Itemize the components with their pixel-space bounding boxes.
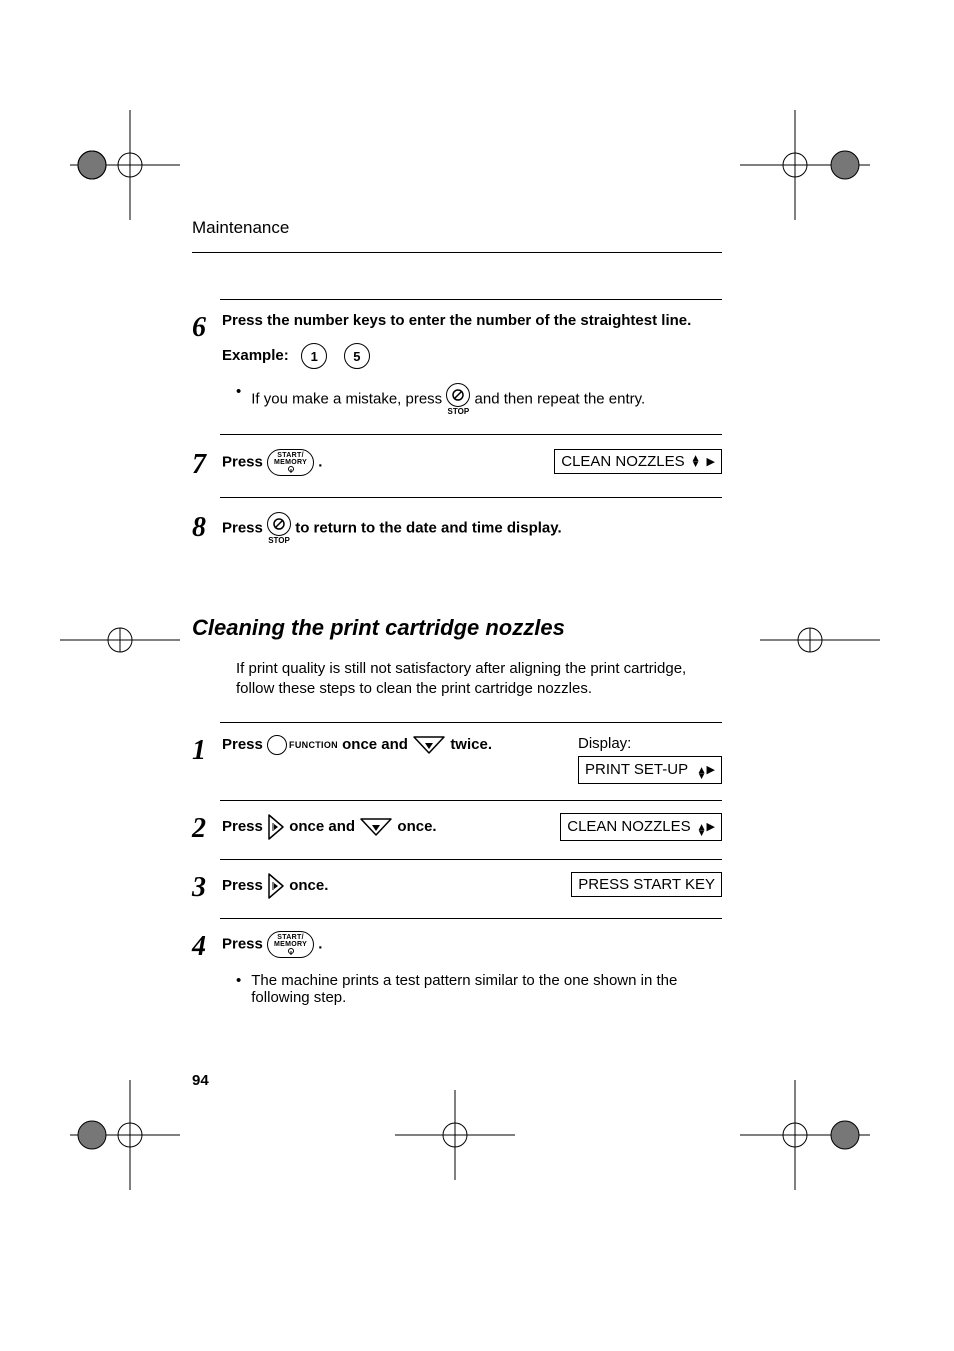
press-label: Press (222, 453, 267, 470)
step-number: 7 (192, 449, 222, 479)
step-number: 1 (192, 735, 222, 765)
right-rocker-key (267, 813, 285, 841)
step-3: 3 PRESS START KEY Press once. (192, 872, 722, 902)
step-7: 7 CLEAN NOZZLES ▲▼▶ Press START/ MEMORY … (192, 449, 722, 479)
page-number: 94 (192, 1072, 209, 1089)
crop-mark-icon (740, 110, 870, 220)
step-number: 3 (192, 872, 222, 902)
post-text: once. (289, 876, 328, 893)
period: . (318, 453, 322, 470)
crop-mark-icon (395, 1090, 515, 1180)
step-number: 8 (192, 512, 222, 542)
display-readout: CLEAN NOZZLES ▲▼▶ (560, 813, 722, 841)
step-number: 2 (192, 813, 222, 843)
bullet-text-pre: If you make a mistake, press (251, 390, 446, 407)
up-down-right-icon: ▲▼ (697, 768, 707, 780)
step-number: 4 (192, 931, 222, 961)
period: . (318, 935, 322, 952)
bullet-text: The machine prints a test pattern simila… (251, 972, 722, 1006)
step-6: 6 Press the number keys to enter the num… (192, 312, 722, 416)
up-down-right-icon: ▲▼ (691, 456, 701, 468)
function-key: FUNCTION (267, 735, 338, 755)
press-label: Press (222, 735, 267, 752)
up-down-right-icon: ▲▼ (697, 825, 707, 837)
post-text: once. (397, 817, 436, 834)
crop-mark-icon (70, 1080, 180, 1190)
running-head: Maintenance (192, 218, 722, 238)
press-label: Press (222, 876, 267, 893)
step-8: 8 Press STOP to return to the date and t… (192, 512, 722, 545)
mid-text: once and (342, 735, 412, 752)
bullet-dot-icon: • (236, 383, 241, 416)
step-4: 4 Press START/ MEMORY . • The machine pr… (192, 931, 722, 1006)
example-label: Example: (222, 347, 289, 364)
post-text: twice. (450, 735, 492, 752)
display-readout: PRINT SET-UP ▲▼▶ (578, 756, 722, 784)
display-readout: CLEAN NOZZLES ▲▼▶ (554, 449, 722, 474)
start-memory-key: START/ MEMORY (267, 931, 314, 958)
content-area: Maintenance 6 Press the number keys to e… (192, 218, 722, 1006)
start-memory-key: START/ MEMORY (267, 449, 314, 476)
step-number: 6 (192, 312, 222, 342)
bullet-dot-icon: • (236, 972, 241, 1006)
crop-mark-icon (60, 600, 180, 680)
numpad-5-key: 5 (344, 343, 370, 369)
step-text-post: to return to the date and time display. (295, 519, 561, 536)
down-rocker-key (359, 817, 393, 837)
mid-text: once and (289, 817, 359, 834)
numpad-1-key: 1 (301, 343, 327, 369)
step-2: 2 CLEAN NOZZLES ▲▼▶ Press once and once. (192, 813, 722, 843)
display-readout: PRESS START KEY (571, 872, 722, 897)
right-rocker-key (267, 872, 285, 900)
press-label: Press (222, 817, 267, 834)
section-intro: If print quality is still not satisfacto… (236, 659, 722, 700)
crop-mark-icon (70, 110, 180, 220)
bullet-text-post: and then repeat the entry. (475, 390, 646, 407)
bullet: • The machine prints a test pattern simi… (236, 972, 722, 1006)
display-label: Display: (578, 735, 722, 752)
bullet: • If you make a mistake, press STOP and … (236, 383, 722, 416)
down-rocker-key (412, 735, 446, 755)
page: Maintenance 6 Press the number keys to e… (0, 0, 954, 1351)
step-text: Press the number keys to enter the numbe… (222, 312, 722, 329)
crop-mark-icon (760, 600, 880, 680)
stop-key: STOP (267, 512, 291, 545)
press-label: Press (222, 935, 267, 952)
stop-key: STOP (446, 383, 470, 416)
crop-mark-icon (740, 1080, 870, 1190)
step-1: 1 Display: PRINT SET-UP ▲▼▶ Press FUNCTI… (192, 735, 722, 784)
press-label: Press (222, 519, 267, 536)
section-heading: Cleaning the print cartridge nozzles (192, 615, 722, 641)
